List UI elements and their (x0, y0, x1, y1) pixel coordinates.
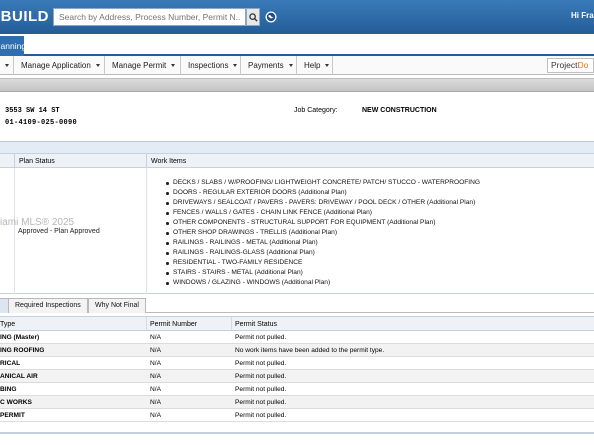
work-item: RESIDENTIAL - TWO-FAMILY RESIDENCE (164, 258, 480, 268)
tab-planning[interactable]: Planning (0, 36, 24, 56)
menu-item-label: Payments (248, 61, 284, 70)
work-items-list: DECKS / SLABS / W/PROOFING/ LIGHTWEIGHT … (164, 178, 480, 288)
search-icon (248, 12, 258, 22)
permit-number: N/A (150, 360, 161, 367)
permit-tabs: Required Inspections Why Not Final (0, 298, 594, 313)
chevron-down-icon (5, 64, 9, 68)
column-divider (231, 317, 232, 330)
work-item: RAILINGS - RAILINGS-GLASS (Additional Pl… (164, 248, 480, 258)
permit-table-header: Type Permit Number Permit Status (0, 316, 594, 331)
projectdox-suffix: Do (577, 60, 589, 70)
menu-item-payments[interactable]: Payments (241, 56, 297, 75)
work-item: RAILINGS - RAILINGS - METAL (Additional … (164, 238, 480, 248)
tab-required-inspections[interactable]: Required Inspections (8, 298, 88, 313)
work-item: DECKS / SLABS / W/PROOFING/ LIGHTWEIGHT … (164, 178, 480, 188)
column-divider (146, 317, 147, 330)
permit-type: RICAL (0, 360, 21, 367)
chevron-down-icon (171, 64, 176, 68)
permit-number-header: Permit Number (150, 321, 198, 328)
projectdox-prefix: Project (551, 60, 578, 70)
permit-type: PERMIT (0, 412, 25, 419)
permit-status-header: Permit Status (235, 321, 278, 328)
plan-section-band (0, 141, 594, 153)
permit-type: ANICAL AIR (0, 373, 38, 380)
work-items-header: Work Items (146, 154, 186, 169)
user-greeting[interactable]: Hi Fra (571, 11, 594, 20)
app-header: nBUILD Hi Fra (0, 0, 594, 34)
work-item: FENCES / WALLS / GATES - CHAIN LINK FENC… (164, 208, 480, 218)
tab-label: Required Inspections (15, 302, 81, 309)
work-item: DRIVEWAYS / SEALCOAT / PAVERS - PAVERS: … (164, 198, 480, 208)
work-item: DOORS - REGULAR EXTERIOR DOORS (Addition… (164, 188, 480, 198)
permit-number: N/A (150, 347, 161, 354)
chevron-down-icon (233, 64, 238, 68)
search-field-wrapper (53, 8, 246, 26)
main-menu: Manage Application Manage Permit Inspect… (0, 56, 594, 75)
menu-item-manage-application[interactable]: Manage Application (14, 56, 105, 75)
permit-status: Permit not pulled. (235, 412, 287, 419)
app-logo[interactable]: nBUILD (0, 8, 49, 25)
globe-icon[interactable] (265, 11, 277, 23)
property-address: 3553 SW 14 ST (5, 107, 60, 115)
chevron-down-icon (288, 64, 293, 68)
folio-number: 01-4109-025-0090 (5, 119, 78, 127)
tab-why-not-final[interactable]: Why Not Final (88, 298, 146, 313)
permit-number: N/A (150, 373, 161, 380)
permit-number: N/A (150, 334, 161, 341)
chevron-down-icon (95, 64, 100, 68)
chevron-down-icon (325, 64, 330, 68)
table-row[interactable]: ING ROOFING N/A No work items have been … (0, 344, 594, 357)
type-header: Type (0, 321, 16, 328)
job-category-label: Job Category: (294, 107, 338, 114)
permit-type: C WORKS (0, 399, 32, 406)
menu-item-manage-permit[interactable]: Manage Permit (105, 56, 181, 75)
work-item: OTHER COMPONENTS - STRUCTURAL SUPPORT FO… (164, 218, 480, 228)
menu-item-label: Manage Application (21, 61, 91, 70)
permit-status: No work items have been added to the per… (235, 347, 385, 354)
permit-table: Type Permit Number Permit Status ING (Ma… (0, 316, 594, 422)
projectdox-button[interactable]: ProjectDo (547, 58, 594, 73)
table-footer-border (0, 432, 594, 434)
menu-item-label: Inspections (188, 61, 229, 70)
table-row[interactable]: ANICAL AIR N/A Permit not pulled. (0, 370, 594, 383)
menu-item-help[interactable]: Help (297, 56, 333, 75)
permit-number: N/A (150, 399, 161, 406)
table-row[interactable]: C WORKS N/A Permit not pulled. (0, 396, 594, 409)
menu-item-inspections[interactable]: Inspections (181, 56, 241, 75)
permit-status: Permit not pulled. (235, 386, 287, 393)
permit-type: BING (0, 386, 17, 393)
column-divider (14, 168, 15, 294)
menu-item-home[interactable] (0, 56, 14, 75)
search-input[interactable] (54, 9, 245, 25)
section-header-band (0, 78, 594, 92)
permit-type: ING (Master) (0, 334, 40, 341)
permit-type: ING ROOFING (0, 347, 45, 354)
plan-table-header: Plan Status Work Items (0, 153, 594, 169)
permit-status: Permit not pulled. (235, 373, 287, 380)
work-item: WINDOWS / GLAZING - WINDOWS (Additional … (164, 278, 480, 288)
work-item: OTHER SHOP DRAWINGS - TRELLIS (Additiona… (164, 228, 480, 238)
table-row[interactable]: ING (Master) N/A Permit not pulled. (0, 331, 594, 344)
table-row[interactable]: BING N/A Permit not pulled. (0, 383, 594, 396)
permit-status: Permit not pulled. (235, 399, 287, 406)
permit-number: N/A (150, 386, 161, 393)
plan-table-row: iami MLS® 2025 Approved - Plan Approved … (0, 168, 594, 294)
module-tabbar: Planning (0, 34, 594, 56)
job-category-value: NEW CONSTRUCTION (362, 107, 437, 114)
work-item: STAIRS - STAIRS - METAL (Additional Plan… (164, 268, 480, 278)
table-row[interactable]: RICAL N/A Permit not pulled. (0, 357, 594, 370)
menu-item-label: Help (304, 61, 321, 70)
mls-watermark: iami MLS® 2025 (0, 217, 75, 228)
permit-status: Permit not pulled. (235, 360, 287, 367)
search-button[interactable] (246, 8, 260, 26)
tab-label: Why Not Final (95, 302, 139, 309)
plan-status-value: Approved - Plan Approved (18, 228, 100, 235)
column-divider (146, 168, 147, 294)
plan-status-header: Plan Status (14, 154, 55, 169)
menu-item-label: Manage Permit (112, 61, 167, 70)
permit-number: N/A (150, 412, 161, 419)
permit-status: Permit not pulled. (235, 334, 287, 341)
table-row[interactable]: PERMIT N/A Permit not pulled. (0, 409, 594, 422)
